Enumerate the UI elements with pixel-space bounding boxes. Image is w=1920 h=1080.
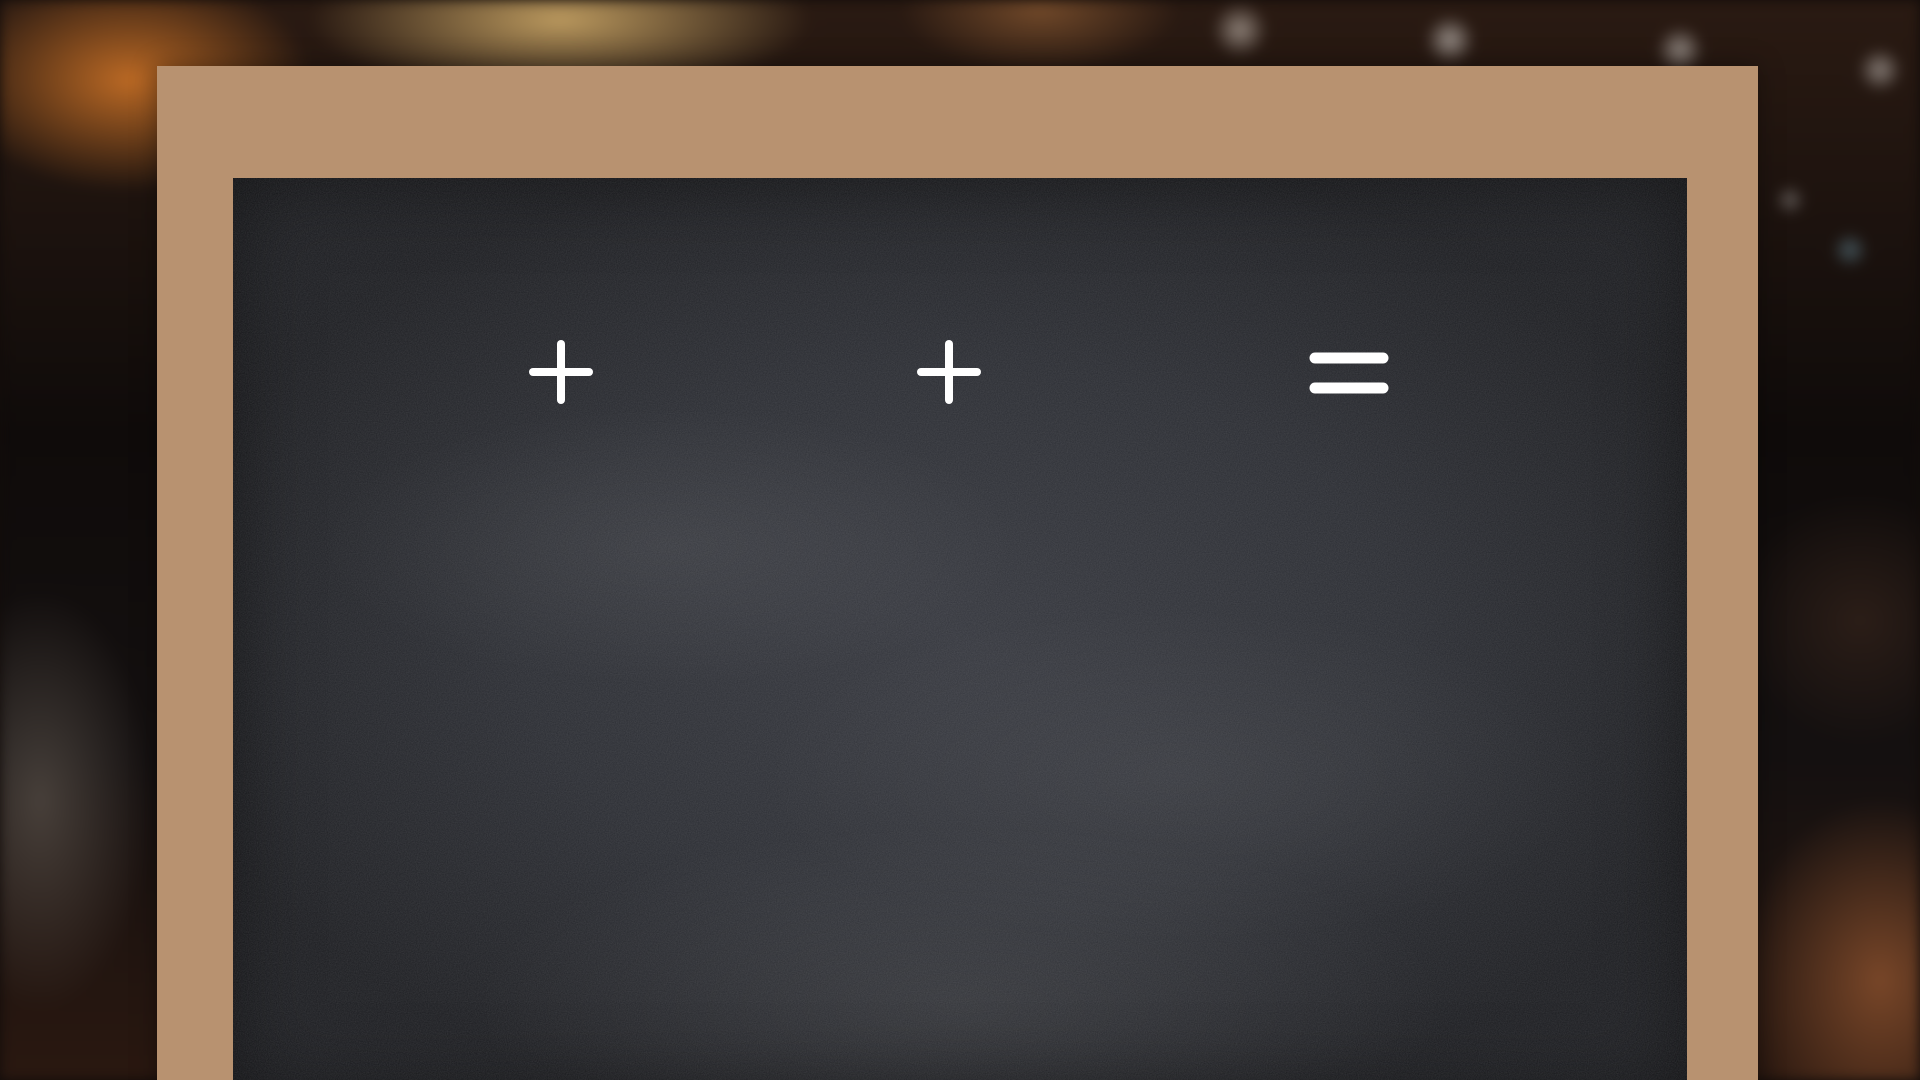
plus-icon: [917, 340, 981, 404]
equals-icon: [1309, 348, 1389, 400]
chalkboard-frame: [157, 66, 1758, 1080]
plus-icon: [529, 340, 593, 404]
scene: [0, 0, 1920, 1080]
chalk-texture: [233, 178, 1687, 1080]
chalkboard: [233, 178, 1687, 1080]
